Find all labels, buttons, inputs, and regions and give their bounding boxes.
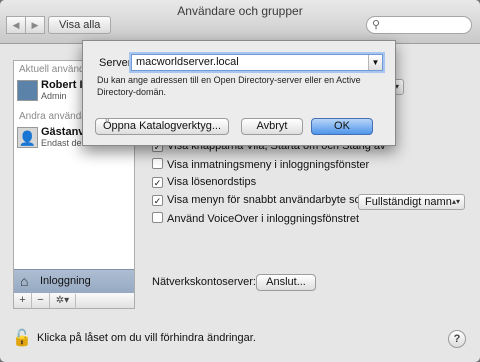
server-label: Server: bbox=[99, 57, 135, 69]
checkbox-input-menu[interactable] bbox=[152, 158, 163, 169]
checkbox-voiceover[interactable] bbox=[152, 212, 163, 223]
sidebar-item-login-options[interactable]: ⌂ Inloggning bbox=[14, 269, 134, 293]
checkbox-label-fast-user-switching: Visa menyn för snabbt användarbyte som bbox=[167, 194, 370, 206]
server-input-value: macworldserver.local bbox=[136, 56, 239, 68]
help-button[interactable]: ? bbox=[448, 330, 466, 348]
search-input[interactable]: ⚲ bbox=[366, 16, 472, 34]
user-list-toolbar: + − ✲▾ bbox=[13, 293, 135, 309]
checkbox-password-hints[interactable]: ✓ bbox=[152, 177, 163, 188]
chevron-left-icon: ◀ bbox=[12, 20, 20, 30]
user-avatar bbox=[17, 80, 38, 101]
checkbox-label-voiceover: Använd VoiceOver i inloggningsfönstret bbox=[167, 213, 360, 225]
server-hint: Du kan ange adressen till en Open Direct… bbox=[97, 75, 361, 97]
checkbox-label-password-hints: Visa lösenordstips bbox=[167, 176, 257, 188]
server-sheet: Server: macworldserver.local ▼ Du kan an… bbox=[82, 40, 396, 146]
checkbox-row-password-hints[interactable]: ✓ Visa lösenordstips bbox=[152, 176, 256, 192]
lock-text: Klicka på låset om du vill förhindra änd… bbox=[37, 332, 256, 344]
checkbox-row-input-menu[interactable]: Visa inmatningsmeny i inloggningsfönster bbox=[152, 158, 369, 174]
open-directory-utility-button[interactable]: Öppna Katalogverktyg... bbox=[95, 118, 229, 135]
title-bar: Användare och grupper ◀ ▶ Visa alla ⚲ bbox=[0, 0, 480, 44]
connect-button[interactable]: Anslut... bbox=[256, 274, 316, 291]
magnifier-icon: ⚲ bbox=[372, 19, 381, 31]
forward-button[interactable]: ▶ bbox=[25, 16, 45, 34]
login-options-label: Inloggning bbox=[40, 275, 91, 287]
fast-switch-style-popup[interactable]: Fullständigt namn ▴▾ bbox=[358, 194, 465, 210]
server-input[interactable]: macworldserver.local ▼ bbox=[131, 54, 383, 71]
house-icon: ⌂ bbox=[20, 273, 29, 289]
footer-bar: 🔓 Klicka på låset om du vill förhindra ä… bbox=[0, 316, 480, 362]
chevron-down-icon[interactable]: ▼ bbox=[368, 55, 382, 70]
fast-switch-style-value: Fullständigt namn bbox=[365, 196, 452, 208]
cancel-button[interactable]: Avbryt bbox=[241, 118, 303, 135]
guest-avatar-icon: 👤 bbox=[17, 127, 38, 148]
chevron-right-icon: ▶ bbox=[31, 20, 39, 30]
popup-arrows-icon: ▴▾ bbox=[451, 197, 460, 206]
network-server-label: Nätverkskontoserver: bbox=[152, 276, 256, 288]
checkbox-label-input-menu: Visa inmatningsmeny i inloggningsfönster bbox=[167, 159, 370, 171]
add-user-button[interactable]: + bbox=[14, 293, 32, 308]
checkbox-row-voiceover[interactable]: Använd VoiceOver i inloggningsfönstret bbox=[152, 212, 359, 228]
lock-icon[interactable]: 🔓 bbox=[12, 328, 32, 348]
preferences-window: Användare och grupper ◀ ▶ Visa alla ⚲ Ak… bbox=[0, 0, 480, 362]
checkbox-fast-user-switching[interactable]: ✓ bbox=[152, 195, 163, 206]
show-all-button[interactable]: Visa alla bbox=[48, 16, 112, 34]
back-button[interactable]: ◀ bbox=[6, 16, 26, 34]
remove-user-button[interactable]: − bbox=[32, 293, 50, 308]
ok-button[interactable]: OK bbox=[311, 118, 373, 135]
checkbox-row-fast-user-switching[interactable]: ✓ Visa menyn för snabbt användarbyte som bbox=[152, 194, 370, 210]
gear-menu-button[interactable]: ✲▾ bbox=[50, 294, 76, 309]
